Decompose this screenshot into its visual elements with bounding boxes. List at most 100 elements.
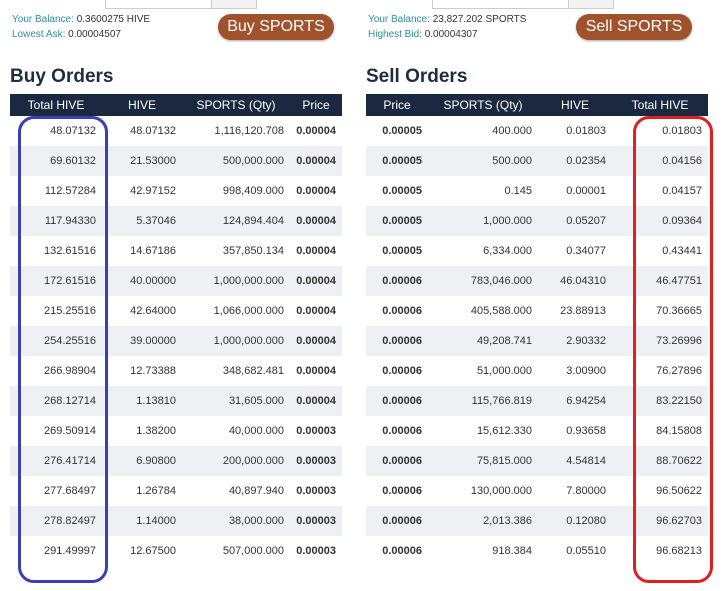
- table-cell: 0.00003: [290, 446, 342, 476]
- col-total-hive[interactable]: Total HIVE: [10, 94, 102, 116]
- table-cell: 14.67186: [130, 245, 176, 257]
- table-cell: 0.00005: [382, 125, 422, 137]
- buy-input-addon[interactable]: [211, 0, 257, 9]
- lowest-ask-value: 0.00004507: [68, 29, 121, 40]
- table-cell: 2,013.386: [428, 506, 538, 536]
- table-cell: 115,766.819: [428, 386, 538, 416]
- table-cell: 0.00003: [290, 506, 342, 536]
- table-cell: 4.54814: [538, 446, 612, 476]
- table-cell: 40,000.000: [228, 425, 284, 437]
- table-cell: 0.00006: [382, 305, 422, 317]
- table-cell: 0.00005: [382, 185, 422, 197]
- table-cell: 21.53000: [102, 146, 182, 176]
- balance-value: 0.3600275 HIVE: [76, 14, 151, 25]
- table-cell: 0.00004: [296, 365, 336, 377]
- buy-total-highlight: [18, 116, 108, 583]
- table-cell: 0.00004: [290, 206, 342, 236]
- lowest-ask-label: Lowest Ask:: [12, 29, 66, 40]
- buy-amount-input[interactable]: [105, 0, 213, 9]
- table-cell: 7.80000: [566, 485, 606, 497]
- table-cell: 39.00000: [102, 326, 182, 356]
- table-cell: 23.88913: [560, 305, 606, 317]
- table-cell: 38,000.000: [182, 506, 290, 536]
- col-price[interactable]: Price: [290, 94, 342, 116]
- sell-amount-input[interactable]: [432, 0, 570, 9]
- table-cell: 0.00005: [366, 206, 428, 236]
- table-cell: 918.384: [492, 545, 532, 557]
- highest-bid-label: Highest Bid:: [368, 29, 422, 40]
- table-cell: 49,208.741: [428, 326, 538, 356]
- table-cell: 0.00006: [382, 365, 422, 377]
- table-cell: 0.00006: [366, 266, 428, 296]
- table-cell: 42.64000: [130, 305, 176, 317]
- table-cell: 40.00000: [102, 266, 182, 296]
- table-cell: 40,897.940: [228, 485, 284, 497]
- table-cell: 46.04310: [538, 266, 612, 296]
- table-cell: 200,000.000: [182, 446, 290, 476]
- table-cell: 75,815.000: [428, 446, 538, 476]
- table-cell: 6,334.000: [483, 245, 532, 257]
- table-cell: 0.02354: [538, 146, 612, 176]
- sell-input-addon[interactable]: [568, 0, 614, 9]
- table-cell: 0.05207: [538, 206, 612, 236]
- table-cell: 0.00004: [290, 326, 342, 356]
- table-cell: 6.90800: [102, 446, 182, 476]
- col-sports-qty[interactable]: SPORTS (Qty): [428, 94, 538, 116]
- table-cell: 500.000: [428, 146, 538, 176]
- table-header-row: Total HIVE HIVE SPORTS (Qty) Price: [10, 94, 342, 116]
- table-cell: 124,894.404: [182, 206, 290, 236]
- balance-label: Your Balance:: [368, 14, 430, 25]
- table-cell: 0.00004: [290, 146, 342, 176]
- table-cell: 31,605.000: [182, 386, 290, 416]
- col-sports-qty[interactable]: SPORTS (Qty): [182, 94, 290, 116]
- sell-total-highlight: [633, 116, 713, 583]
- table-cell: 12.67500: [130, 545, 176, 557]
- table-cell: 0.00005: [382, 245, 422, 257]
- table-cell: 357,850.134: [222, 245, 284, 257]
- sell-orders-title: Sell Orders: [366, 66, 468, 87]
- table-cell: 130,000.000: [470, 485, 532, 497]
- highest-bid-value: 0.00004307: [424, 29, 478, 40]
- col-price[interactable]: Price: [366, 94, 428, 116]
- table-cell: 0.34077: [566, 245, 606, 257]
- table-cell: 0.00004: [290, 266, 342, 296]
- col-hive[interactable]: HIVE: [102, 94, 182, 116]
- col-hive[interactable]: HIVE: [538, 94, 612, 116]
- col-total-hive[interactable]: Total HIVE: [612, 94, 708, 116]
- balance-label: Your Balance:: [12, 14, 74, 25]
- table-cell: 15,612.330: [476, 425, 532, 437]
- table-cell: 507,000.000: [222, 545, 284, 557]
- table-cell: 0.01803: [566, 125, 606, 137]
- table-cell: 1.14000: [102, 506, 182, 536]
- table-cell: 3.00900: [566, 365, 606, 377]
- table-cell: 0.00004: [296, 125, 336, 137]
- buy-sports-button[interactable]: Buy SPORTS: [218, 14, 334, 40]
- table-cell: 0.00004: [290, 386, 342, 416]
- table-cell: 0.00006: [382, 545, 422, 557]
- balance-value: 23,827.202 SPORTS: [432, 14, 527, 25]
- table-cell: 348,682.481: [222, 365, 284, 377]
- table-cell: 5.37046: [102, 206, 182, 236]
- table-cell: 0.00006: [366, 506, 428, 536]
- table-cell: 48.07132: [130, 125, 176, 137]
- table-cell: 0.00006: [366, 446, 428, 476]
- table-cell: 0.00005: [366, 146, 428, 176]
- table-cell: 500,000.000: [182, 146, 290, 176]
- table-cell: 998,409.000: [222, 185, 284, 197]
- table-cell: 1,066,000.000: [213, 305, 284, 317]
- table-cell: 405,588.000: [470, 305, 532, 317]
- table-cell: 1,000,000.000: [182, 326, 290, 356]
- buy-balance-info: Your Balance: 0.3600275 HIVE Lowest Ask:…: [12, 12, 150, 42]
- table-cell: 0.00006: [366, 386, 428, 416]
- table-cell: 0.00006: [382, 485, 422, 497]
- table-cell: 12.73388: [130, 365, 176, 377]
- table-cell: 0.00004: [296, 305, 336, 317]
- table-cell: 0.00006: [382, 425, 422, 437]
- table-cell: 2.90332: [538, 326, 612, 356]
- buy-orders-title: Buy Orders: [10, 66, 114, 87]
- sell-sports-button[interactable]: Sell SPORTS: [576, 14, 692, 40]
- table-cell: 51,000.000: [476, 365, 532, 377]
- table-cell: 0.00004: [296, 245, 336, 257]
- table-cell: 0.00006: [366, 326, 428, 356]
- table-cell: 0.145: [504, 185, 532, 197]
